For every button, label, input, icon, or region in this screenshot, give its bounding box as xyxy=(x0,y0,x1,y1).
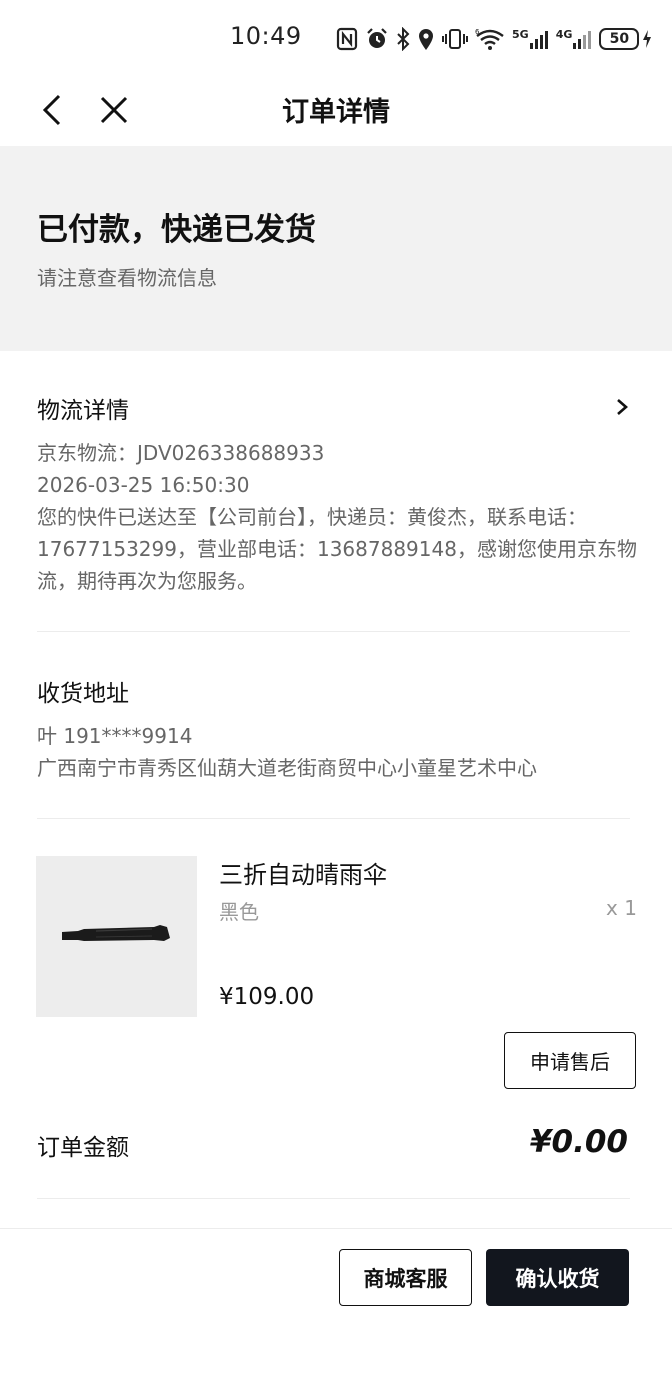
order-status-title: 已付款，快递已发货 xyxy=(37,212,316,248)
nfc-icon xyxy=(336,27,358,51)
logistics-title[interactable]: 物流详情 xyxy=(37,391,129,425)
signal-5g-icon: 5G xyxy=(512,28,549,50)
product-image[interactable] xyxy=(36,856,197,1017)
alarm-icon xyxy=(365,27,389,51)
address-contact: 叶 191****9914 xyxy=(37,724,193,748)
product-spec: 黑色 xyxy=(219,900,259,924)
after-sale-button[interactable]: 申请售后 xyxy=(504,1032,636,1089)
order-amount-value: ¥0.00 xyxy=(529,1124,628,1160)
location-icon xyxy=(417,27,435,51)
address-title: 收货地址 xyxy=(37,681,129,707)
order-status-subtitle: 请注意查看物流信息 xyxy=(37,266,217,290)
divider xyxy=(37,631,630,632)
charging-icon xyxy=(643,30,652,48)
logistics-time: 2026-03-25 16:50:30 xyxy=(37,473,250,497)
chevron-right-icon xyxy=(617,399,628,415)
product-name[interactable]: 三折自动晴雨伞 xyxy=(219,855,387,890)
status-time: 10:49 xyxy=(230,22,302,50)
logistics-message: 您的快件已送达至【公司前台】，快递员：黄俊杰，联系电话：17677153299，… xyxy=(37,505,637,593)
divider xyxy=(37,1198,630,1199)
bluetooth-icon xyxy=(396,27,410,51)
signal-4g-icon: 4G xyxy=(556,28,593,50)
battery-icon: 50 xyxy=(599,28,652,50)
page-title: 订单详情 xyxy=(282,97,390,128)
customer-service-button[interactable]: 商城客服 xyxy=(339,1249,472,1306)
product-price: ¥109.00 xyxy=(219,984,315,1010)
nav-bar: 订单详情 xyxy=(0,78,672,144)
logistics-carrier: 京东物流：JDV026338688933 xyxy=(37,441,325,465)
order-amount-label: 订单金额 xyxy=(37,1135,129,1161)
wifi-icon: 6 xyxy=(475,27,505,51)
product-quantity: x 1 xyxy=(606,896,637,920)
divider xyxy=(37,818,630,819)
svg-text:6: 6 xyxy=(475,28,480,36)
logistics-more-button[interactable] xyxy=(612,397,632,417)
bottom-action-bar: 商城客服 确认收货 xyxy=(0,1228,672,1386)
order-status-panel: 已付款，快递已发货 请注意查看物流信息 xyxy=(0,146,672,351)
status-bar: 10:49 6 5G 4G 50 xyxy=(0,0,672,78)
status-icons: 6 5G 4G 50 xyxy=(336,24,652,54)
vibrate-icon xyxy=(442,27,468,51)
umbrella-image xyxy=(62,925,170,941)
confirm-receipt-button[interactable]: 确认收货 xyxy=(486,1249,629,1306)
address-detail: 广西南宁市青秀区仙葫大道老街商贸中心小童星艺术中心 xyxy=(37,756,537,780)
